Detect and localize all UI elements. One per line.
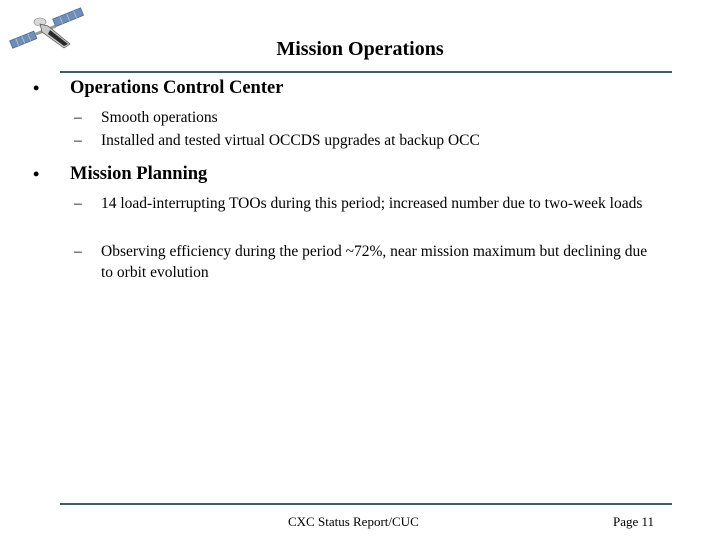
section-heading: Mission Planning [70, 164, 208, 184]
bullet-icon: • [33, 164, 40, 184]
dash-icon: – [74, 132, 82, 149]
dash-icon: – [74, 195, 82, 212]
dash-icon: – [74, 109, 82, 126]
slide-title-text: Mission Operations [276, 38, 444, 60]
section-heading: Operations Control Center [70, 78, 284, 98]
footer-divider [60, 503, 672, 505]
list-item-text: Installed and tested virtual OCCDS upgra… [101, 132, 480, 149]
dash-icon: – [74, 243, 82, 260]
footer-report-title: CXC Status Report/CUC [288, 514, 419, 529]
page-number: Page 11 [613, 514, 655, 529]
list-item-text: 14 load-interrupting TOOs during this pe… [101, 195, 643, 212]
slide-title: Mission Operations [0, 37, 720, 61]
list-item-text: Smooth operations [101, 109, 218, 126]
bullet-icon: • [33, 78, 40, 98]
list-item-text: Observing efficiency during the period ~… [101, 243, 648, 281]
title-divider [60, 71, 672, 73]
